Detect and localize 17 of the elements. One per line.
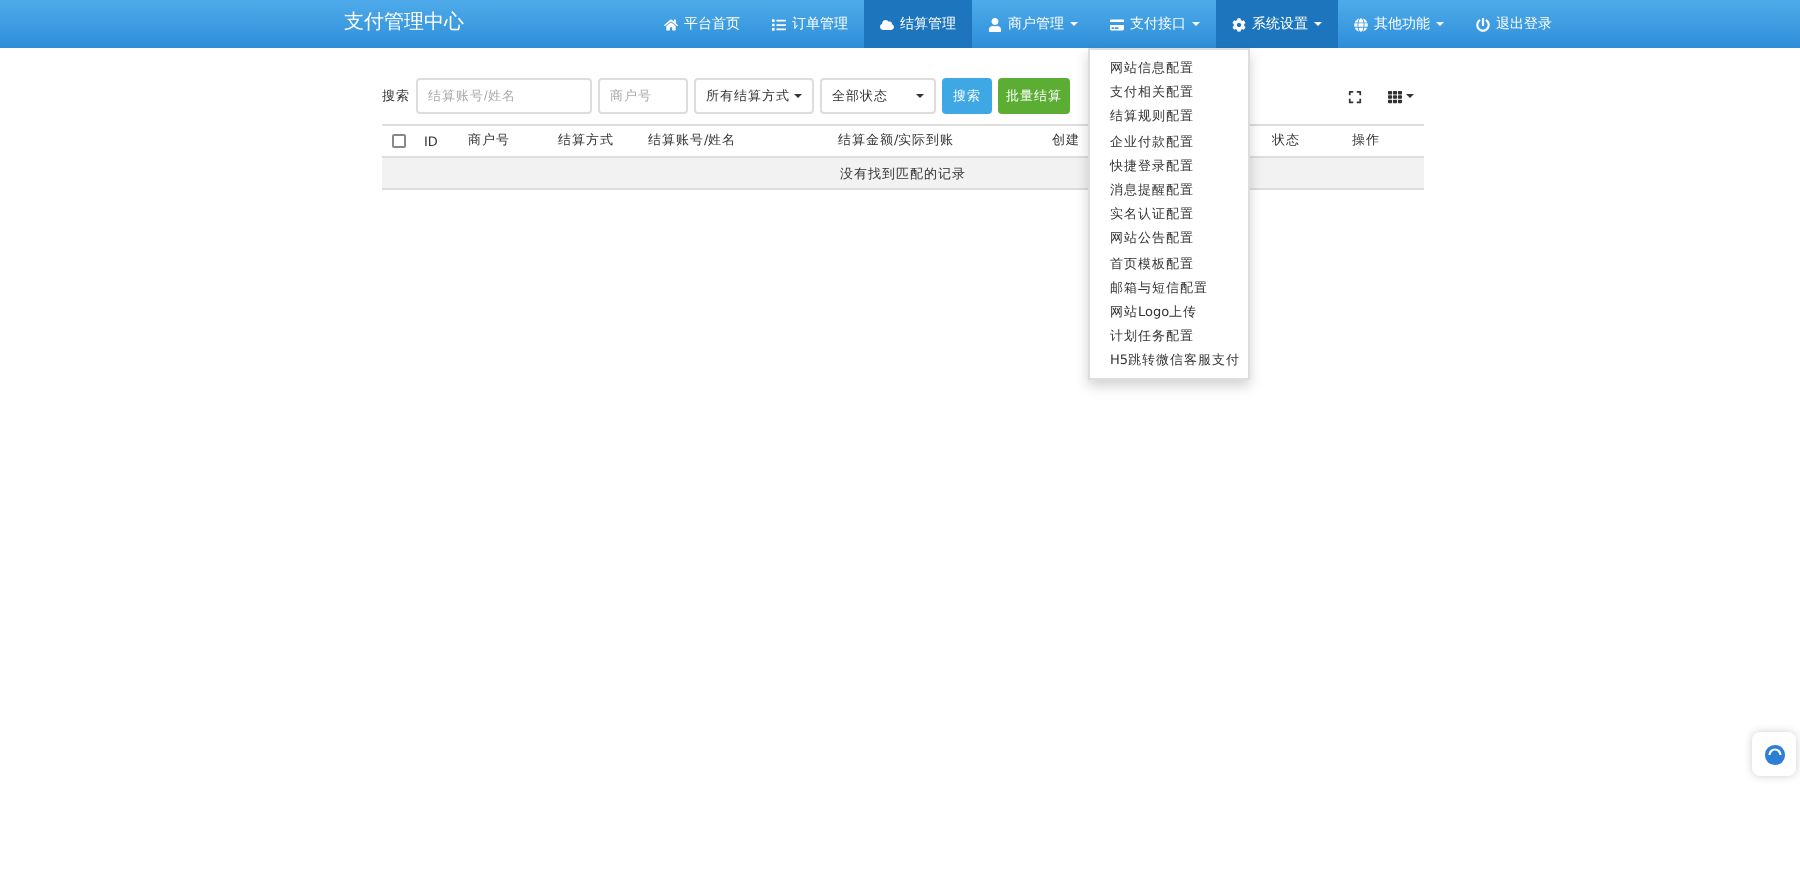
- settings-icon: [1232, 17, 1246, 31]
- card-icon: [1110, 17, 1124, 31]
- globe-icon: [1354, 17, 1368, 31]
- brand-title: 支付管理中心: [344, 9, 466, 38]
- user-icon: [988, 17, 1002, 31]
- caret-icon: [794, 94, 802, 98]
- caret-icon: [916, 94, 924, 98]
- chat-icon: [1763, 743, 1785, 765]
- checkbox[interactable]: [392, 134, 406, 148]
- cloud-icon: [880, 17, 894, 31]
- home-icon: [664, 17, 678, 31]
- caret-icon: [1406, 94, 1414, 98]
- grid-icon: [1388, 89, 1402, 103]
- chat-button[interactable]: [1752, 732, 1796, 776]
- fullscreen-icon: [1348, 89, 1362, 103]
- power-icon: [1476, 17, 1490, 31]
- list-icon: [772, 17, 786, 31]
